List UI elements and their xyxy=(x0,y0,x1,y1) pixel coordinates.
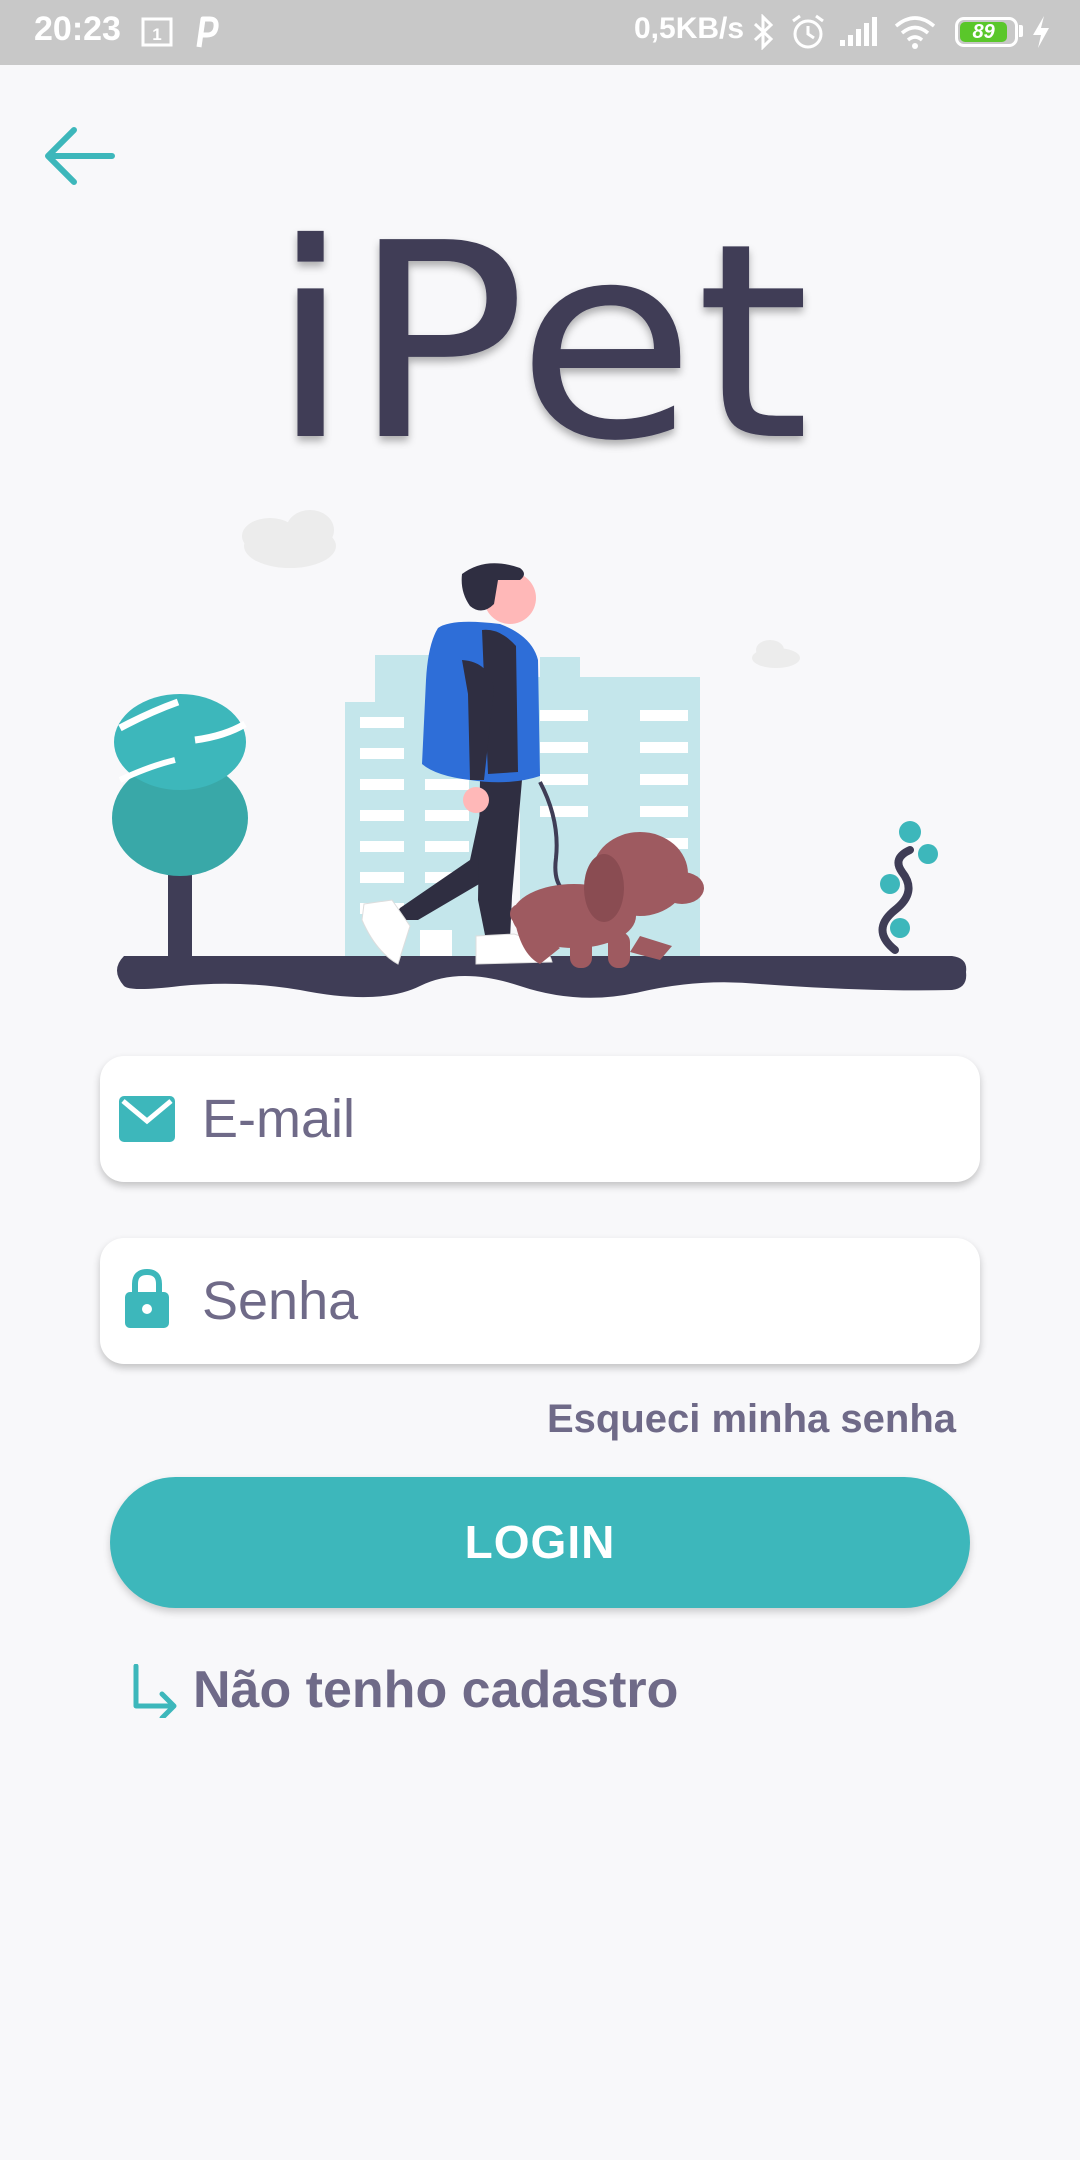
forgot-password-link[interactable]: Esqueci minha senha xyxy=(547,1397,956,1442)
p-app-icon xyxy=(196,16,219,48)
back-button[interactable] xyxy=(40,118,120,198)
battery-icon: 89 xyxy=(955,17,1018,47)
svg-text:1: 1 xyxy=(152,25,161,44)
arrow-down-right-icon xyxy=(133,1664,177,1718)
lock-icon xyxy=(125,1268,169,1328)
battery-cap xyxy=(1019,25,1023,37)
battery-level: 89 xyxy=(972,21,995,43)
walking-dog-illustration xyxy=(112,510,967,998)
login-button[interactable]: LOGIN xyxy=(110,1477,970,1608)
network-speed: 0,5KB/s xyxy=(634,12,745,45)
tree xyxy=(112,694,248,975)
register-label: Não tenho cadastro xyxy=(193,1661,679,1719)
alarm-icon xyxy=(792,14,824,49)
cloud-small xyxy=(752,640,800,668)
password-input[interactable] xyxy=(202,1238,942,1364)
bluetooth-icon xyxy=(753,14,774,50)
plant xyxy=(878,821,938,954)
signal-icon xyxy=(840,17,877,46)
mail-icon xyxy=(119,1096,175,1142)
password-field[interactable] xyxy=(100,1238,980,1364)
logo-text: iPet xyxy=(270,200,810,480)
status-bar: 20:23 1 0,5KB/s 89 xyxy=(0,0,1080,65)
email-field[interactable] xyxy=(100,1056,980,1182)
charging-icon xyxy=(1033,16,1049,48)
sim-card-icon: 1 xyxy=(141,17,173,47)
arrow-left-icon xyxy=(45,127,115,185)
cloud xyxy=(242,510,336,568)
status-time: 20:23 xyxy=(34,10,121,48)
email-input[interactable] xyxy=(202,1056,942,1182)
app-logo: iPet xyxy=(270,200,810,480)
wifi-icon xyxy=(894,16,936,49)
